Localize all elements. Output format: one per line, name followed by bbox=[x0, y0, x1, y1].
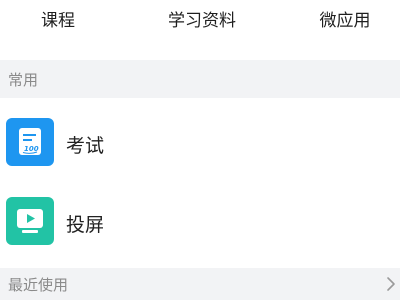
section-title-common: 常用 bbox=[8, 70, 39, 89]
screen-cast-icon bbox=[6, 197, 54, 245]
app-screen: 课程 学习资料 微应用 常用 100 考试 投屏 最近使用 bbox=[0, 0, 400, 300]
list-item-exam[interactable]: 100 考试 bbox=[0, 103, 400, 183]
tab-course[interactable]: 课程 bbox=[8, 0, 108, 36]
section-header-common: 常用 bbox=[0, 60, 400, 98]
exam-icon: 100 bbox=[6, 118, 54, 166]
screen-cast-label: 投屏 bbox=[66, 214, 105, 236]
section-title-recent: 最近使用 bbox=[8, 275, 69, 294]
section-header-recent[interactable]: 最近使用 bbox=[0, 268, 400, 300]
exam-label: 考试 bbox=[66, 135, 105, 157]
tab-study-materials[interactable]: 学习资料 bbox=[152, 0, 252, 36]
tab-micro-apps[interactable]: 微应用 bbox=[295, 0, 395, 36]
list-item-screen-cast[interactable]: 投屏 bbox=[0, 182, 400, 262]
chevron-right-icon bbox=[387, 277, 395, 291]
top-tab-bar: 课程 学习资料 微应用 bbox=[0, 0, 400, 46]
